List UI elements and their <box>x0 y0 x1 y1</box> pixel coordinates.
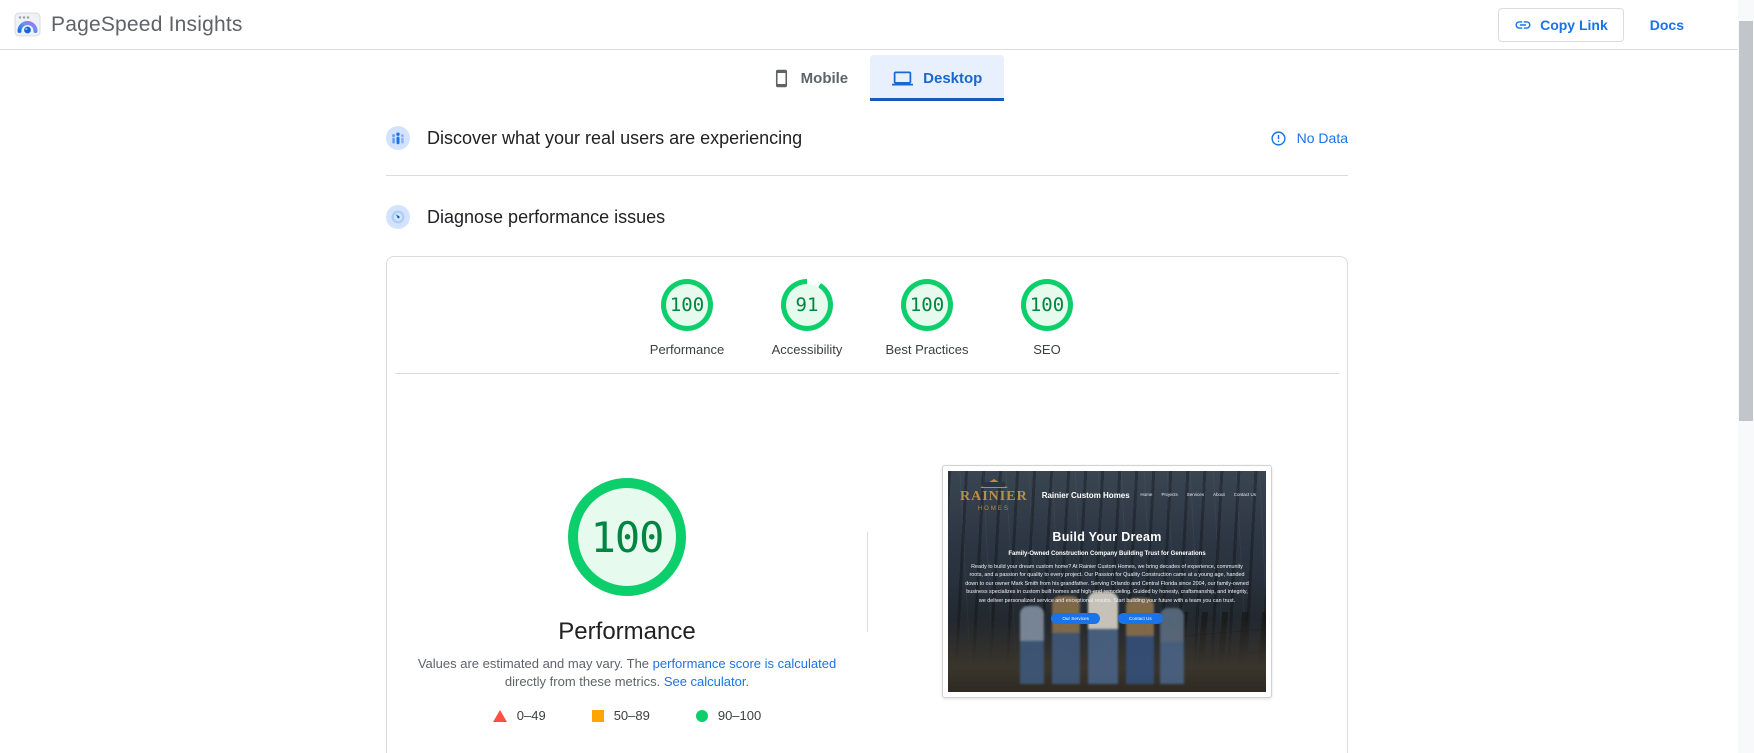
laptop-icon <box>892 71 914 85</box>
copy-link-label: Copy Link <box>1540 16 1608 33</box>
category-score-seo[interactable]: 100 SEO <box>987 279 1107 357</box>
performance-label: Performance <box>649 342 725 357</box>
best-practices-score: 100 <box>909 294 945 316</box>
pass-circle-icon <box>695 709 708 722</box>
tab-mobile-label: Mobile <box>800 69 849 87</box>
diagnose-gauge-icon <box>386 205 410 229</box>
disclaimer-text: . <box>745 674 750 689</box>
site-brand: Rainier Custom Homes <box>1041 491 1130 500</box>
site-logo: RAINIER HOMES <box>960 479 1028 512</box>
no-data-label: No Data <box>1296 130 1348 146</box>
big-performance-score: 100 <box>590 512 665 562</box>
score-calculation-link[interactable]: performance score is calculated <box>653 656 837 671</box>
fail-triangle-icon <box>492 709 507 722</box>
average-square-icon <box>591 709 604 722</box>
accessibility-score: 91 <box>795 294 819 316</box>
site-services-button: Our Services <box>1051 612 1100 624</box>
category-scores: 100 Performance 91 Accessibility 100 Bes… <box>387 279 1347 357</box>
legend-range: 90–100 <box>717 708 762 723</box>
summary-right: RAINIER HOMES Rainier Custom Homes Home … <box>867 374 1347 746</box>
disclaimer-text: Values are estimated and may vary. The <box>417 656 653 671</box>
report-card: 100 Performance 91 Accessibility 100 Bes… <box>386 256 1348 753</box>
summary-left: 100 Performance Values are estimated and… <box>387 374 867 746</box>
app-title: PageSpeed Insights <box>51 12 243 36</box>
legend-range: 0–49 <box>516 708 546 723</box>
lab-data-heading: Diagnose performance issues <box>386 205 665 229</box>
main-content: Discover what your real users are experi… <box>386 101 1348 753</box>
field-data-title: Discover what your real users are experi… <box>427 127 803 148</box>
legend-item-average: 50–89 <box>591 708 650 723</box>
site-nav-item: Home <box>1140 492 1153 497</box>
category-score-accessibility[interactable]: 91 Accessibility <box>747 279 867 357</box>
lab-data-section: Diagnose performance issues <box>386 176 1348 248</box>
tab-mobile[interactable]: Mobile <box>750 55 871 101</box>
tab-desktop[interactable]: Desktop <box>870 55 1005 101</box>
device-tabs: Mobile Desktop <box>0 55 1754 101</box>
field-data-heading: Discover what your real users are experi… <box>386 126 802 150</box>
seo-label: SEO <box>1033 342 1061 357</box>
smartphone-icon <box>775 69 787 87</box>
big-performance-gauge: 100 <box>568 478 686 596</box>
see-calculator-link[interactable]: See calculator <box>664 674 746 689</box>
accessibility-gauge: 91 <box>781 279 833 331</box>
site-nav-item: Services <box>1186 492 1204 497</box>
site-header: RAINIER HOMES Rainier Custom Homes Home … <box>948 471 1266 512</box>
big-gauge-title: Performance <box>558 618 696 645</box>
site-screenshot-thumbnail: RAINIER HOMES Rainier Custom Homes Home … <box>942 465 1272 698</box>
link-icon <box>1515 20 1531 29</box>
score-disclaimer: Values are estimated and may vary. The p… <box>417 655 837 691</box>
site-paragraph: Ready to build your dream custom home? A… <box>965 564 1249 604</box>
header-actions: Copy Link Docs <box>1498 7 1684 42</box>
site-nav-item: Projects <box>1161 492 1178 497</box>
site-nav: Home Projects Services About Contact Us <box>1140 492 1256 497</box>
seo-gauge: 100 <box>1021 279 1073 331</box>
site-logo-text: RAINIER <box>960 489 1028 504</box>
performance-score: 100 <box>669 294 705 316</box>
best-practices-label: Best Practices <box>885 342 969 357</box>
legend-range: 50–89 <box>613 708 650 723</box>
disclaimer-text: directly from these metrics. <box>504 674 664 689</box>
tab-desktop-label: Desktop <box>923 69 983 87</box>
site-logo-subtext: HOMES <box>977 506 1010 512</box>
performance-gauge: 100 <box>661 279 713 331</box>
app-header: PageSpeed Insights Copy Link Docs <box>0 0 1754 50</box>
site-contact-button: Contact Us <box>1117 612 1163 624</box>
real-users-icon <box>386 126 410 150</box>
pagespeed-logo-icon <box>14 12 41 37</box>
site-preview: RAINIER HOMES Rainier Custom Homes Home … <box>948 471 1266 692</box>
lab-data-title: Diagnose performance issues <box>427 206 666 227</box>
site-buttons: Our Services Contact Us <box>964 612 1250 624</box>
pagespeed-insights-app: PageSpeed Insights Copy Link Docs Mobile <box>0 0 1754 753</box>
site-hero: Build Your Dream Family-Owned Constructi… <box>948 530 1266 624</box>
legend-item-fail: 0–49 <box>492 708 546 723</box>
field-data-section: Discover what your real users are experi… <box>386 101 1348 176</box>
best-practices-gauge: 100 <box>901 279 953 331</box>
no-data-status[interactable]: No Data <box>1270 130 1348 147</box>
seo-score: 100 <box>1029 294 1065 316</box>
roof-icon <box>979 479 1008 488</box>
legend-item-pass: 90–100 <box>695 708 762 723</box>
score-legend: 0–49 50–89 90–100 <box>492 708 762 723</box>
scrollbar[interactable] <box>1738 0 1754 753</box>
scrollbar-thumb[interactable] <box>1739 21 1753 421</box>
category-score-best-practices[interactable]: 100 Best Practices <box>867 279 987 357</box>
category-score-performance[interactable]: 100 Performance <box>627 279 747 357</box>
site-headline: Build Your Dream <box>1052 530 1162 544</box>
performance-summary: 100 Performance Values are estimated and… <box>387 374 1347 746</box>
site-subheadline: Family-Owned Construction Company Buildi… <box>1008 551 1206 557</box>
info-icon <box>1271 130 1286 146</box>
summary-divider <box>867 532 868 632</box>
site-nav-item: About <box>1212 492 1225 497</box>
docs-link[interactable]: Docs <box>1650 17 1684 33</box>
app-logo-group: PageSpeed Insights <box>14 11 243 38</box>
site-nav-item: Contact Us <box>1233 492 1256 497</box>
copy-link-button[interactable]: Copy Link <box>1498 7 1624 42</box>
accessibility-label: Accessibility <box>771 342 843 357</box>
